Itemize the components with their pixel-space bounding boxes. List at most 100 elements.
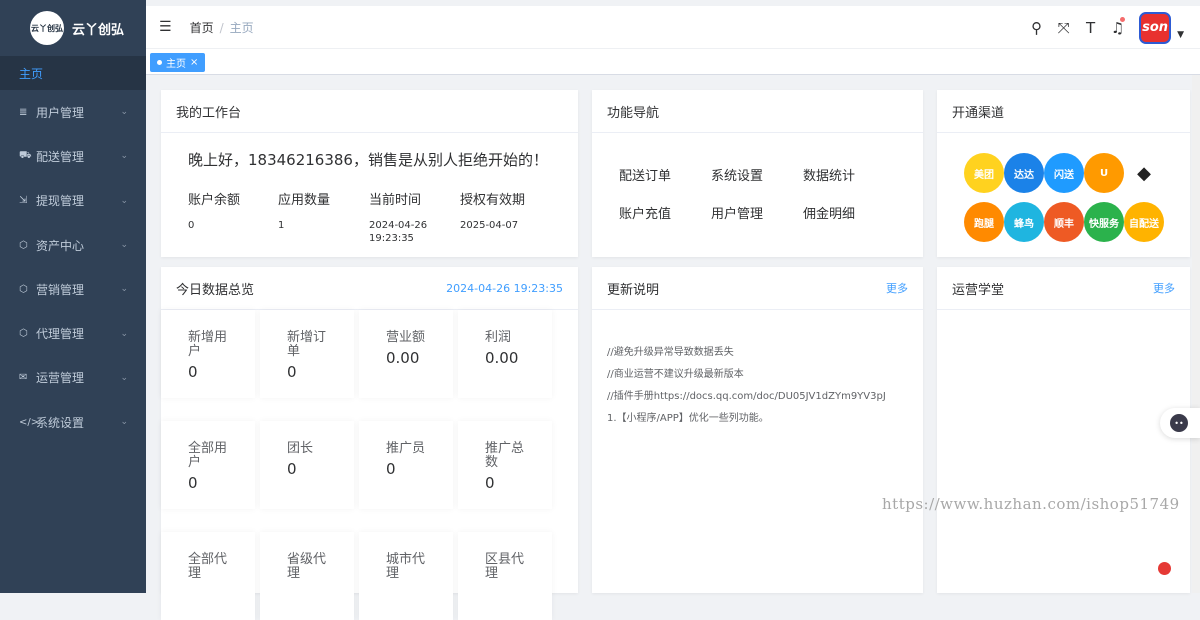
sidebar-item-label: 系统设置 <box>36 415 85 430</box>
channel-app-grid: 美团 达达 闪送 U ◆ 跑腿 蜂鸟 顺丰 快服务 自配送 <box>964 153 1164 242</box>
greeting-text: 晚上好，18346216386，销售是从别人拒绝开始的！ <box>188 151 548 169</box>
academy-more-link[interactable]: 更多 <box>1153 280 1175 296</box>
stat-label: 新增订单 <box>287 330 327 359</box>
current-time-value: 2024-04-26 19:23:35 <box>369 220 428 244</box>
stat-value: 0 <box>287 460 297 478</box>
hamburger-icon[interactable]: ☰ <box>159 19 172 35</box>
update-line: //避免升级异常导致数据丢失 <box>607 347 734 358</box>
sidebar: 云丫创弘 云丫创弘 主页 ≣ 用户管理 ⌄ ⛟ 配送管理 ⌄ ⇲ 提现管理 ⌄ ⬡ 资产中心 ⌄ ⬡ 营销… <box>0 0 146 593</box>
top-navbar: ☰ 首页 / 主页 ⚲ ⤧ T ♫ son ▼ <box>146 6 1200 49</box>
record-indicator-icon <box>1158 562 1171 575</box>
update-line: //插件手册https://docs.qq.com/doc/DU05JV1dZY… <box>607 391 886 402</box>
nav-data-statistics[interactable]: 数据统计 <box>803 165 855 184</box>
stat-tile: 推广员 0 <box>359 421 453 509</box>
page-scrollbar[interactable] <box>1192 75 1200 593</box>
stat-label: 全部代理 <box>188 552 228 581</box>
sidebar-item-6[interactable]: ✉ 运营管理 ⌄ <box>0 356 146 400</box>
sidebar-item-label: 提现管理 <box>36 194 85 209</box>
sidebar-item-1[interactable]: ⛟ 配送管理 ⌄ <box>0 134 146 178</box>
close-icon[interactable]: × <box>190 57 198 68</box>
stat-label: 利润 <box>485 330 512 345</box>
stat-label: 城市代理 <box>386 552 426 581</box>
channel-app-icon[interactable]: 跑腿 <box>964 202 1004 242</box>
today-timestamp: 2024-04-26 19:23:35 <box>446 281 563 295</box>
channel-app-icon[interactable]: 顺丰 <box>1044 202 1084 242</box>
sidebar-item-3[interactable]: ⬡ 资产中心 ⌄ <box>0 223 146 267</box>
stat-label: 推广总数 <box>485 441 525 470</box>
channel-app-icon[interactable]: ◆ <box>1124 153 1164 193</box>
sidebar-item-home[interactable]: 主页 <box>0 56 146 90</box>
workspace-title: 我的工作台 <box>176 105 242 121</box>
chevron-down-icon: ⌄ <box>120 284 128 295</box>
stat-tile: 省级代理 <box>260 532 354 620</box>
mail-icon: ✉ <box>19 372 28 384</box>
update-line: //商业运营不建议升级最新版本 <box>607 369 744 380</box>
channel-app-icon[interactable]: U <box>1084 153 1124 193</box>
channel-app-icon[interactable]: 达达 <box>1004 153 1044 193</box>
stat-label: 新增用户 <box>188 330 228 359</box>
sidebar-item-7[interactable]: </> 系统设置 ⌄ <box>0 400 146 444</box>
header-tools: ⚲ ⤧ T ♫ son ▼ <box>1023 6 1200 49</box>
updates-card: 更新说明 更多 //避免升级异常导致数据丢失 //商业运营不建议升级最新版本 /… <box>592 267 923 593</box>
stat-tile: 推广总数 0 <box>458 421 552 509</box>
sidebar-item-0[interactable]: ≣ 用户管理 ⌄ <box>0 90 146 134</box>
function-nav-title: 功能导航 <box>607 105 660 121</box>
stat-tile: 区县代理 <box>458 532 552 620</box>
avatar[interactable]: son <box>1139 11 1172 44</box>
sidebar-item-4[interactable]: ⬡ 营销管理 ⌄ <box>0 267 146 311</box>
chevron-down-icon: ⌄ <box>120 195 128 206</box>
fullscreen-icon[interactable]: ⤧ <box>1050 19 1077 37</box>
today-overview-card: 今日数据总览 2024-04-26 19:23:35 新增用户 0 新增订单 0 营业额… <box>161 267 578 620</box>
update-line: 1.【小程序/APP】优化一些列功能。 <box>607 413 769 424</box>
customer-service-button[interactable]: •• <box>1160 408 1200 438</box>
truck-icon: ⛟ <box>19 149 32 161</box>
stat-tile: 新增用户 0 <box>161 310 255 398</box>
channel-app-icon[interactable]: 美团 <box>964 153 1004 193</box>
code-icon: </> <box>19 416 40 428</box>
bell-icon[interactable]: ♫ <box>1104 16 1131 37</box>
stat-value: 0 <box>287 363 297 381</box>
stat-value: 0 <box>188 363 198 381</box>
stat-label: 区县代理 <box>485 552 525 581</box>
nav-delivery-orders[interactable]: 配送订单 <box>619 165 671 184</box>
stat-value: 0 <box>485 474 495 492</box>
watermark-text: https://www.huzhan.com/ishop51749 <box>882 495 1180 513</box>
nav-account-recharge[interactable]: 账户充值 <box>619 203 671 222</box>
current-time-label: 当前时间 <box>369 193 422 208</box>
channel-app-icon[interactable]: 自配送 <box>1124 202 1164 242</box>
stat-value: 0 <box>188 474 198 492</box>
sidebar-item-2[interactable]: ⇲ 提现管理 ⌄ <box>0 179 146 223</box>
nav-commission-details[interactable]: 佣金明细 <box>803 203 855 222</box>
stat-label: 全部用户 <box>188 441 228 470</box>
sidebar-item-5[interactable]: ⬡ 代理管理 ⌄ <box>0 311 146 355</box>
channel-app-icon[interactable]: 快服务 <box>1084 202 1124 242</box>
channel-app-icon[interactable]: 蜂鸟 <box>1004 202 1044 242</box>
chat-bot-icon: •• <box>1170 414 1188 432</box>
channel-app-icon[interactable]: 闪送 <box>1044 153 1084 193</box>
breadcrumb-home[interactable]: 首页 <box>190 21 214 35</box>
nav-user-management[interactable]: 用户管理 <box>711 203 763 222</box>
font-size-icon[interactable]: T <box>1077 19 1104 37</box>
search-icon[interactable]: ⚲ <box>1023 19 1050 37</box>
chevron-down-icon: ⌄ <box>120 372 128 383</box>
stat-tile: 全部用户 0 <box>161 421 255 509</box>
tags-view: 主页 × <box>146 49 1200 75</box>
stat-tile: 城市代理 <box>359 532 453 620</box>
cube-icon: ⬡ <box>19 239 28 251</box>
chevron-down-icon: ⌄ <box>120 151 128 162</box>
updates-more-link[interactable]: 更多 <box>886 280 908 296</box>
logo[interactable]: 云丫创弘 云丫创弘 <box>0 0 146 56</box>
updates-title: 更新说明 <box>607 282 660 298</box>
tab-home[interactable]: 主页 × <box>150 53 206 72</box>
chevron-down-icon: ⌄ <box>120 328 128 339</box>
channels-card: 开通渠道 美团 达达 闪送 U ◆ 跑腿 蜂鸟 顺丰 快服务 自配送 <box>937 90 1190 257</box>
sidebar-item-label: 配送管理 <box>36 149 85 164</box>
sidebar-item-label: 资产中心 <box>36 238 85 253</box>
nav-system-settings[interactable]: 系统设置 <box>711 165 763 184</box>
stat-tile: 团长 0 <box>260 421 354 509</box>
balance-value: 0 <box>188 220 195 231</box>
caret-down-icon[interactable]: ▼ <box>1177 30 1184 40</box>
stat-value: 0.00 <box>386 349 420 367</box>
sidebar-item-label: 用户管理 <box>36 105 85 120</box>
stat-value: 0 <box>386 460 396 478</box>
